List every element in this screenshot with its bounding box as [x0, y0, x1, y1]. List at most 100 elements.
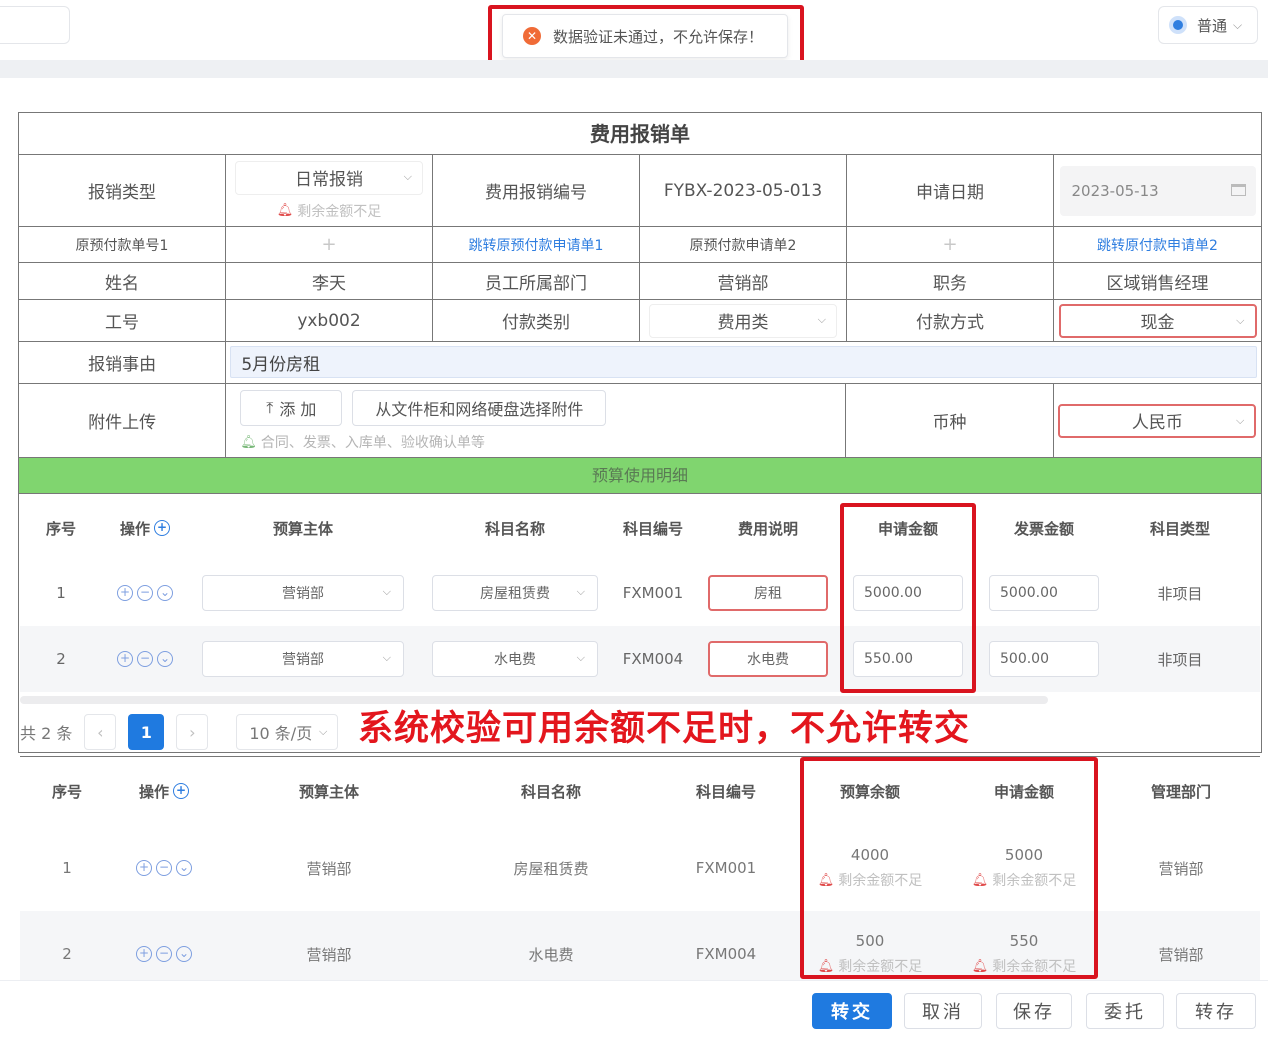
col-header: 发票金额 [1013, 519, 1074, 538]
pagination: 共 2 条 ‹ 1 › 10 条/页 ⌵ [20, 712, 339, 752]
dept-value: 营销部 [640, 263, 847, 299]
pager-current-page[interactable]: 1 [128, 714, 165, 750]
attach-add-label: 添 加 [279, 400, 317, 419]
row-ops: + − ⌄ [114, 825, 214, 911]
mode-select[interactable]: 普通 ⌵ [1158, 6, 1258, 44]
prepay1-add[interactable]: + [226, 227, 433, 262]
pager-total: 共 2 条 [20, 724, 73, 743]
chevron-down-icon: ⌵ [403, 169, 412, 183]
paytype-label: 付款类别 [433, 300, 640, 341]
subject-select[interactable]: 房屋租赁费 ⌵ [432, 575, 598, 611]
entity-select[interactable]: 营销部 ⌵ [202, 575, 404, 611]
minus-circle-icon[interactable]: − [137, 651, 153, 667]
col-header: 预算主体 [298, 782, 359, 801]
add-row-icon[interactable]: + [154, 520, 170, 536]
minus-circle-icon[interactable]: − [137, 585, 153, 601]
reimb-type-warning: 🔔︎ 剩余金额不足 [277, 201, 382, 221]
reimb-type-cell: 日常报销 ⌵ 🔔︎ 剩余金额不足 [226, 155, 433, 226]
transfer-button[interactable]: 转交 [812, 993, 892, 1029]
reimb-type-select[interactable]: 日常报销 ⌵ [235, 160, 423, 195]
currency-select[interactable]: 人民币 ⌵ [1058, 403, 1257, 438]
attach-add-button[interactable]: ⤒ 添 加 [240, 390, 343, 426]
form-row-attach: 附件上传 ⤒ 添 加 从文件柜和网络硬盘选择附件 🔔︎ 合同、发票、入库单、验收… [19, 384, 1261, 458]
pager-next-button[interactable]: › [176, 714, 209, 750]
delegate-button[interactable]: 委托 [1086, 993, 1164, 1029]
form-row-reason: 报销事由 5月份房租 [19, 342, 1261, 384]
row-no: 1 [56, 584, 66, 602]
subject-cell: 房屋租赁费 ⌵ [418, 560, 612, 626]
form-row-type: 报销类型 日常报销 ⌵ 🔔︎ 剩余金额不足 费用报销编号 FYBX-2023-0… [19, 155, 1261, 227]
position-value: 区域销售经理 [1106, 273, 1209, 294]
chevron-circle-icon[interactable]: ⌄ [176, 946, 192, 962]
entity-value: 营销部 [282, 652, 324, 668]
invoice-amount-input[interactable]: 500.00 [989, 641, 1099, 677]
annotation-caption: 系统校验可用余额不足时，不允许转交 [358, 709, 971, 749]
desc-input[interactable]: 水电费 [708, 641, 828, 677]
chevron-down-icon: ⌵ [1235, 413, 1245, 427]
add-row-icon[interactable]: + [173, 783, 189, 799]
col-header: 管理部门 [1150, 782, 1211, 801]
subject-value: 房屋租赁费 [513, 859, 589, 878]
col-header: 序号 [45, 519, 76, 538]
chevron-down-icon: ⌵ [1236, 313, 1245, 327]
invoice-amount-input[interactable]: 5000.00 [989, 575, 1099, 611]
table-row: 2 + − ⌄ 营销部 ⌵ 水电费 ⌵ FXM004 水电费 550.00 50… [20, 626, 1260, 692]
chevron-circle-icon[interactable]: ⌄ [157, 651, 173, 667]
attach-cell: ⤒ 添 加 从文件柜和网络硬盘选择附件 🔔︎ 合同、发票、入库单、验收确认单等 [226, 384, 847, 457]
save-draft-button[interactable]: 转存 [1176, 993, 1256, 1029]
chevron-circle-icon[interactable]: ⌄ [176, 860, 192, 876]
subject-cell: 水电费 ⌵ [418, 626, 612, 692]
empno-label: 工号 [19, 300, 226, 341]
reason-input[interactable]: 5月份房租 [230, 346, 1257, 378]
calendar-icon [1230, 183, 1246, 196]
currency-label: 币种 [846, 384, 1054, 457]
page-size-select[interactable]: 10 条/页 ⌵ [236, 714, 339, 750]
paymethod-select[interactable]: 现金 ⌵ [1058, 303, 1257, 338]
minus-circle-icon[interactable]: − [156, 946, 172, 962]
pager-prev-button[interactable]: ‹ [84, 714, 117, 750]
chevron-circle-icon[interactable]: ⌄ [157, 585, 173, 601]
upload-icon: ⤒ [266, 398, 274, 417]
bell-icon: 🔔︎ [276, 203, 294, 218]
attach-pick-button[interactable]: 从文件柜和网络硬盘选择附件 [352, 390, 607, 426]
entity-select[interactable]: 营销部 ⌵ [202, 641, 404, 677]
paytype-select[interactable]: 费用类 ⌵ [649, 303, 837, 338]
budget-detail-table: 序号 操作 + 预算主体 科目名称 科目编号 费用说明 申请金额 发票金额 科目… [20, 496, 1260, 692]
add-circle-icon[interactable]: + [117, 585, 133, 601]
cancel-button[interactable]: 取消 [904, 993, 982, 1029]
prepay1-link[interactable]: 跳转原预付款申请单1 [433, 227, 640, 262]
col-header: 费用说明 [737, 519, 798, 538]
page-size-value: 10 条/页 [249, 724, 313, 743]
code-value: FXM004 [622, 650, 684, 668]
reason-value: 5月份房租 [241, 354, 321, 375]
desc-cell: 房租 [694, 560, 842, 626]
currency-value: 人民币 [1131, 413, 1183, 433]
chevron-down-icon: ⌵ [1233, 17, 1243, 32]
minus-circle-icon[interactable]: − [156, 860, 172, 876]
top-left-control[interactable] [0, 6, 70, 44]
prepay2-link[interactable]: 跳转原付款申请单2 [1054, 227, 1261, 262]
form-row-name: 姓名 李天 员工所属部门 营销部 职务 区域销售经理 [19, 263, 1261, 300]
chevron-down-icon: ⌵ [319, 725, 328, 738]
add-circle-icon[interactable]: + [136, 860, 152, 876]
mode-dot-icon [1169, 16, 1187, 34]
name-label: 姓名 [19, 263, 226, 299]
row-no: 2 [56, 650, 66, 668]
desc-input[interactable]: 房租 [708, 575, 828, 611]
col-header-ops: 操作 + [114, 757, 214, 825]
apply-date-field[interactable]: 2023-05-13 [1059, 165, 1256, 216]
invoice-cell: 5000.00 [974, 560, 1114, 626]
subject-select[interactable]: 水电费 ⌵ [432, 641, 598, 677]
reimb-type-warning-text: 剩余金额不足 [297, 203, 382, 220]
attach-hint: 🔔︎ 合同、发票、入库单、验收确认单等 [240, 432, 845, 452]
invoice-amount-value: 5000.00 [1000, 585, 1058, 601]
chevron-down-icon: ⌵ [382, 585, 391, 598]
footer-bar [0, 980, 1268, 1037]
add-circle-icon[interactable]: + [117, 651, 133, 667]
add-circle-icon[interactable]: + [136, 946, 152, 962]
prepay2-add[interactable]: + [847, 227, 1054, 262]
top-divider-strip [0, 60, 1268, 78]
col-header: 操作 [138, 782, 169, 801]
section-title-budget: 预算使用明细 [19, 458, 1261, 494]
save-button[interactable]: 保存 [996, 993, 1072, 1029]
